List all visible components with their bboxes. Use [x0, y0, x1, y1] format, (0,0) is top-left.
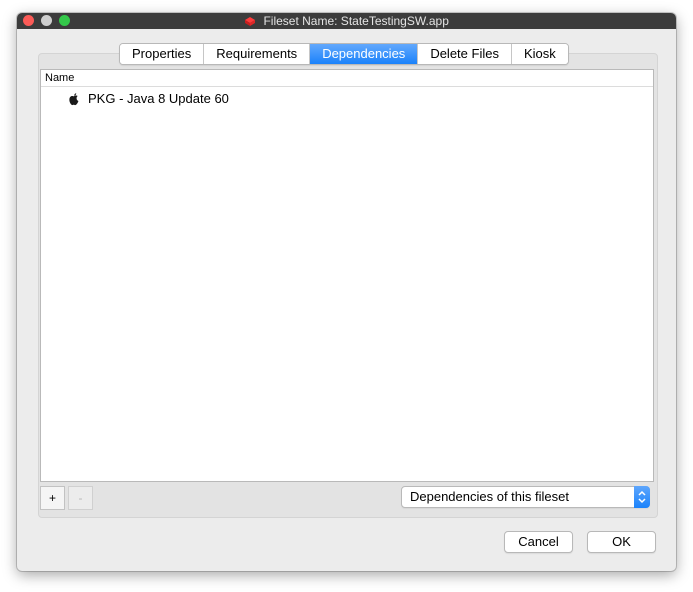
- ok-button[interactable]: OK: [587, 531, 656, 553]
- column-header-name[interactable]: Name: [41, 70, 653, 87]
- title-bar[interactable]: Fileset Name: StateTestingSW.app: [17, 13, 676, 29]
- chevron-updown-icon: [634, 486, 650, 508]
- tab-bar: Properties Requirements Dependencies Del…: [119, 43, 569, 65]
- add-dependency-button[interactable]: +: [40, 486, 65, 510]
- dependency-filter-value: Dependencies of this fileset: [410, 489, 569, 504]
- tab-kiosk[interactable]: Kiosk: [511, 44, 568, 64]
- fileset-app-icon: [245, 17, 256, 26]
- tab-delete-files[interactable]: Delete Files: [418, 44, 512, 64]
- dependency-filter-select[interactable]: Dependencies of this fileset: [401, 486, 650, 508]
- cancel-button[interactable]: Cancel: [504, 531, 573, 553]
- window-title: Fileset Name: StateTestingSW.app: [263, 14, 449, 28]
- apple-icon: [69, 93, 79, 106]
- fileset-window: Fileset Name: StateTestingSW.app Propert…: [17, 13, 676, 571]
- remove-dependency-button[interactable]: -: [68, 486, 93, 510]
- list-item[interactable]: PKG - Java 8 Update 60: [41, 87, 653, 111]
- list-item-label: PKG - Java 8 Update 60: [88, 91, 229, 106]
- window-title-wrap: Fileset Name: StateTestingSW.app: [17, 14, 676, 28]
- tab-dependencies[interactable]: Dependencies: [310, 44, 419, 64]
- tab-properties[interactable]: Properties: [120, 44, 205, 64]
- dependencies-list[interactable]: Name PKG - Java 8 Update 60: [40, 69, 654, 482]
- tab-requirements[interactable]: Requirements: [204, 44, 311, 64]
